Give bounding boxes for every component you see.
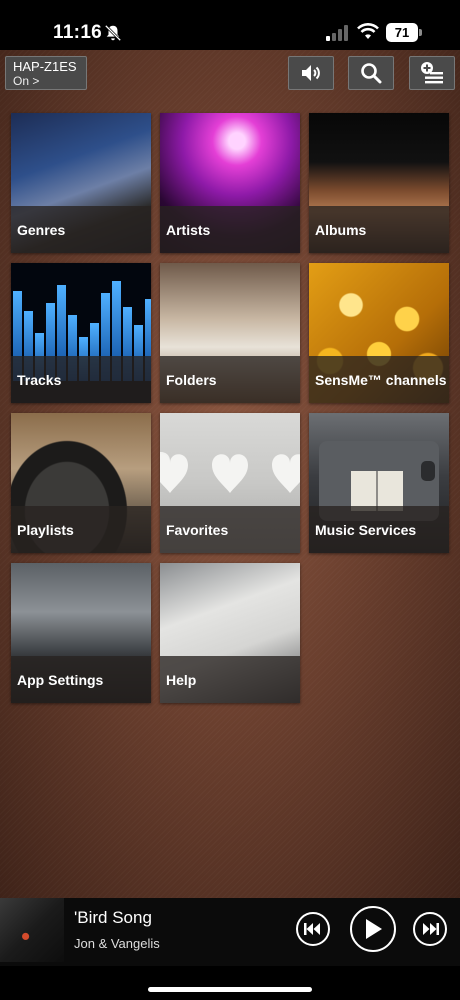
next-button[interactable] bbox=[413, 912, 447, 946]
search-icon bbox=[361, 63, 382, 84]
tile-label: Favorites bbox=[160, 506, 300, 553]
tile-albums[interactable]: Albums bbox=[309, 113, 449, 253]
now-playing-artist: Jon & Vangelis bbox=[74, 936, 160, 951]
add-queue-button[interactable] bbox=[409, 56, 455, 90]
device-name: HAP-Z1ES bbox=[13, 59, 77, 74]
play-button[interactable] bbox=[350, 906, 396, 952]
volume-icon bbox=[302, 65, 320, 81]
wifi-icon bbox=[357, 23, 379, 39]
tile-label: Tracks bbox=[11, 356, 151, 403]
tile-tracks[interactable]: Tracks bbox=[11, 263, 151, 403]
tile-artists[interactable]: Artists bbox=[160, 113, 300, 253]
menu-grid: Genres Artists Albums Tracks Folders Sen… bbox=[11, 113, 449, 703]
tile-label: Genres bbox=[11, 206, 151, 253]
tile-label: Music Services bbox=[309, 506, 449, 553]
toolbar: HAP-Z1ES On > bbox=[0, 50, 460, 96]
tile-label: Artists bbox=[160, 206, 300, 253]
tile-sensme[interactable]: SensMe™ channels bbox=[309, 263, 449, 403]
tile-label: SensMe™ channels bbox=[309, 356, 449, 403]
tile-label: Albums bbox=[309, 206, 449, 253]
next-icon bbox=[423, 923, 439, 935]
tile-label: Folders bbox=[160, 356, 300, 403]
tile-label: App Settings bbox=[11, 656, 151, 703]
signal-icon bbox=[326, 25, 348, 41]
tile-label: Playlists bbox=[11, 506, 151, 553]
tile-folders[interactable]: Folders bbox=[160, 263, 300, 403]
device-selector-button[interactable]: HAP-Z1ES On > bbox=[5, 56, 87, 90]
app-main: HAP-Z1ES On > Genres Artists Albums Trac… bbox=[0, 50, 460, 898]
bell-muted-icon bbox=[104, 24, 122, 42]
add-queue-icon bbox=[421, 62, 443, 84]
tile-genres[interactable]: Genres bbox=[11, 113, 151, 253]
tile-music-services[interactable]: Music Services bbox=[309, 413, 449, 553]
status-time: 11:16 bbox=[53, 22, 103, 43]
tile-label: Help bbox=[160, 656, 300, 703]
bottom-safe-area bbox=[0, 966, 460, 1000]
previous-icon bbox=[304, 923, 320, 935]
album-art-thumbnail[interactable] bbox=[0, 898, 64, 962]
tile-app-settings[interactable]: App Settings bbox=[11, 563, 151, 703]
volume-button[interactable] bbox=[288, 56, 334, 90]
tile-playlists[interactable]: Playlists bbox=[11, 413, 151, 553]
previous-button[interactable] bbox=[296, 912, 330, 946]
search-button[interactable] bbox=[348, 56, 394, 90]
now-playing-title: 'Bird Song bbox=[74, 908, 152, 927]
battery-icon: 71 bbox=[386, 23, 422, 42]
tile-favorites[interactable]: Favorites bbox=[160, 413, 300, 553]
tile-help[interactable]: Help bbox=[160, 563, 300, 703]
now-playing-bar[interactable]: 'Bird Song Jon & Vangelis bbox=[0, 898, 460, 966]
home-indicator[interactable] bbox=[148, 987, 312, 992]
play-icon bbox=[366, 919, 382, 939]
device-status: On > bbox=[13, 74, 40, 88]
